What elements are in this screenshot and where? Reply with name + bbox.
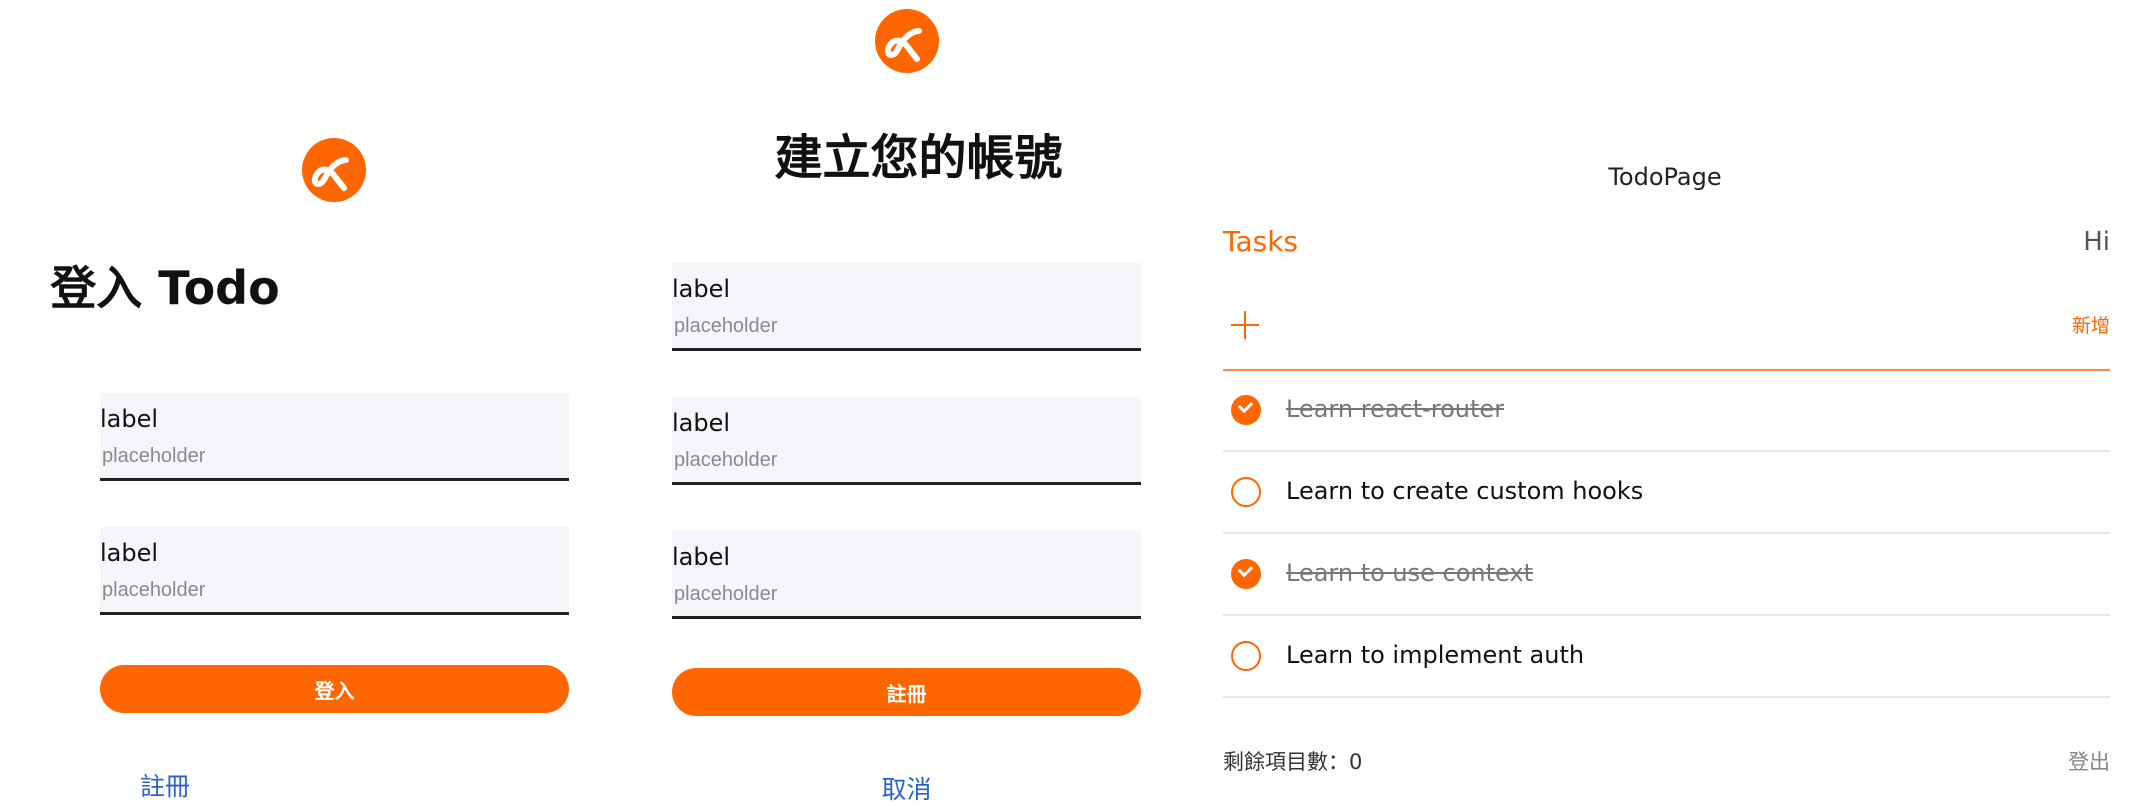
add-task-input[interactable] <box>1283 307 1987 349</box>
plus-icon[interactable] <box>1231 311 1259 339</box>
login-input-1[interactable] <box>102 445 542 468</box>
unchecked-circle-icon[interactable] <box>1231 641 1261 671</box>
signup-panel: 建立您的帳號 label label label 註冊 取消 <box>660 0 1155 808</box>
signup-input-1[interactable] <box>674 315 1114 338</box>
signup-title: 建立您的帳號 <box>774 130 1063 186</box>
field-label: label <box>672 543 731 571</box>
login-field-1[interactable]: label <box>100 393 569 481</box>
unchecked-circle-icon[interactable] <box>1231 477 1261 507</box>
task-item: Learn to use context <box>1223 534 2110 616</box>
alpha-logo-icon <box>302 138 366 202</box>
signup-input-2[interactable] <box>674 449 1114 472</box>
task-list: Learn react-router Learn to create custo… <box>1223 370 2110 698</box>
field-label: label <box>672 409 731 437</box>
login-title: 登入 Todo <box>50 261 280 315</box>
field-label: label <box>100 539 159 567</box>
checked-circle-icon[interactable] <box>1231 559 1261 589</box>
task-item: Learn to create custom hooks <box>1223 452 2110 534</box>
tasks-title: Tasks <box>1223 225 1299 258</box>
login-panel: 登入 Todo label label 登入 註冊 <box>0 0 660 808</box>
login-button[interactable]: 登入 <box>100 665 569 713</box>
signup-input-3[interactable] <box>674 583 1114 606</box>
logout-button[interactable]: 登出 <box>2068 746 2110 776</box>
register-link[interactable]: 註冊 <box>0 767 660 803</box>
task-item: Learn to implement auth <box>1223 616 2110 698</box>
page-title: TodoPage <box>1608 163 1722 191</box>
signup-field-2[interactable]: label <box>672 397 1141 485</box>
greeting: Hi <box>2083 227 2110 257</box>
cancel-link[interactable]: 取消 <box>672 770 1141 806</box>
add-task-row: 新增 <box>1223 297 2110 371</box>
task-text: Learn to create custom hooks <box>1286 477 1644 505</box>
remaining-count: 剩餘項目數：0 <box>1223 750 1363 774</box>
task-item: Learn react-router <box>1223 370 2110 452</box>
field-label: label <box>100 405 159 433</box>
signup-field-1[interactable]: label <box>672 263 1141 351</box>
add-task-button[interactable]: 新增 <box>2072 311 2110 338</box>
signup-field-3[interactable]: label <box>672 531 1141 619</box>
task-text: Learn react-router <box>1286 395 1505 423</box>
todo-panel: TodoPage Tasks Hi 新增 Learn react-router … <box>1220 0 2143 808</box>
login-field-2[interactable]: label <box>100 527 569 615</box>
task-text: Learn to implement auth <box>1286 641 1585 669</box>
checked-circle-icon[interactable] <box>1231 395 1261 425</box>
register-button[interactable]: 註冊 <box>672 668 1141 716</box>
task-text: Learn to use context <box>1286 559 1533 587</box>
login-input-2[interactable] <box>102 579 542 602</box>
field-label: label <box>672 275 731 303</box>
alpha-logo-icon <box>875 9 939 73</box>
